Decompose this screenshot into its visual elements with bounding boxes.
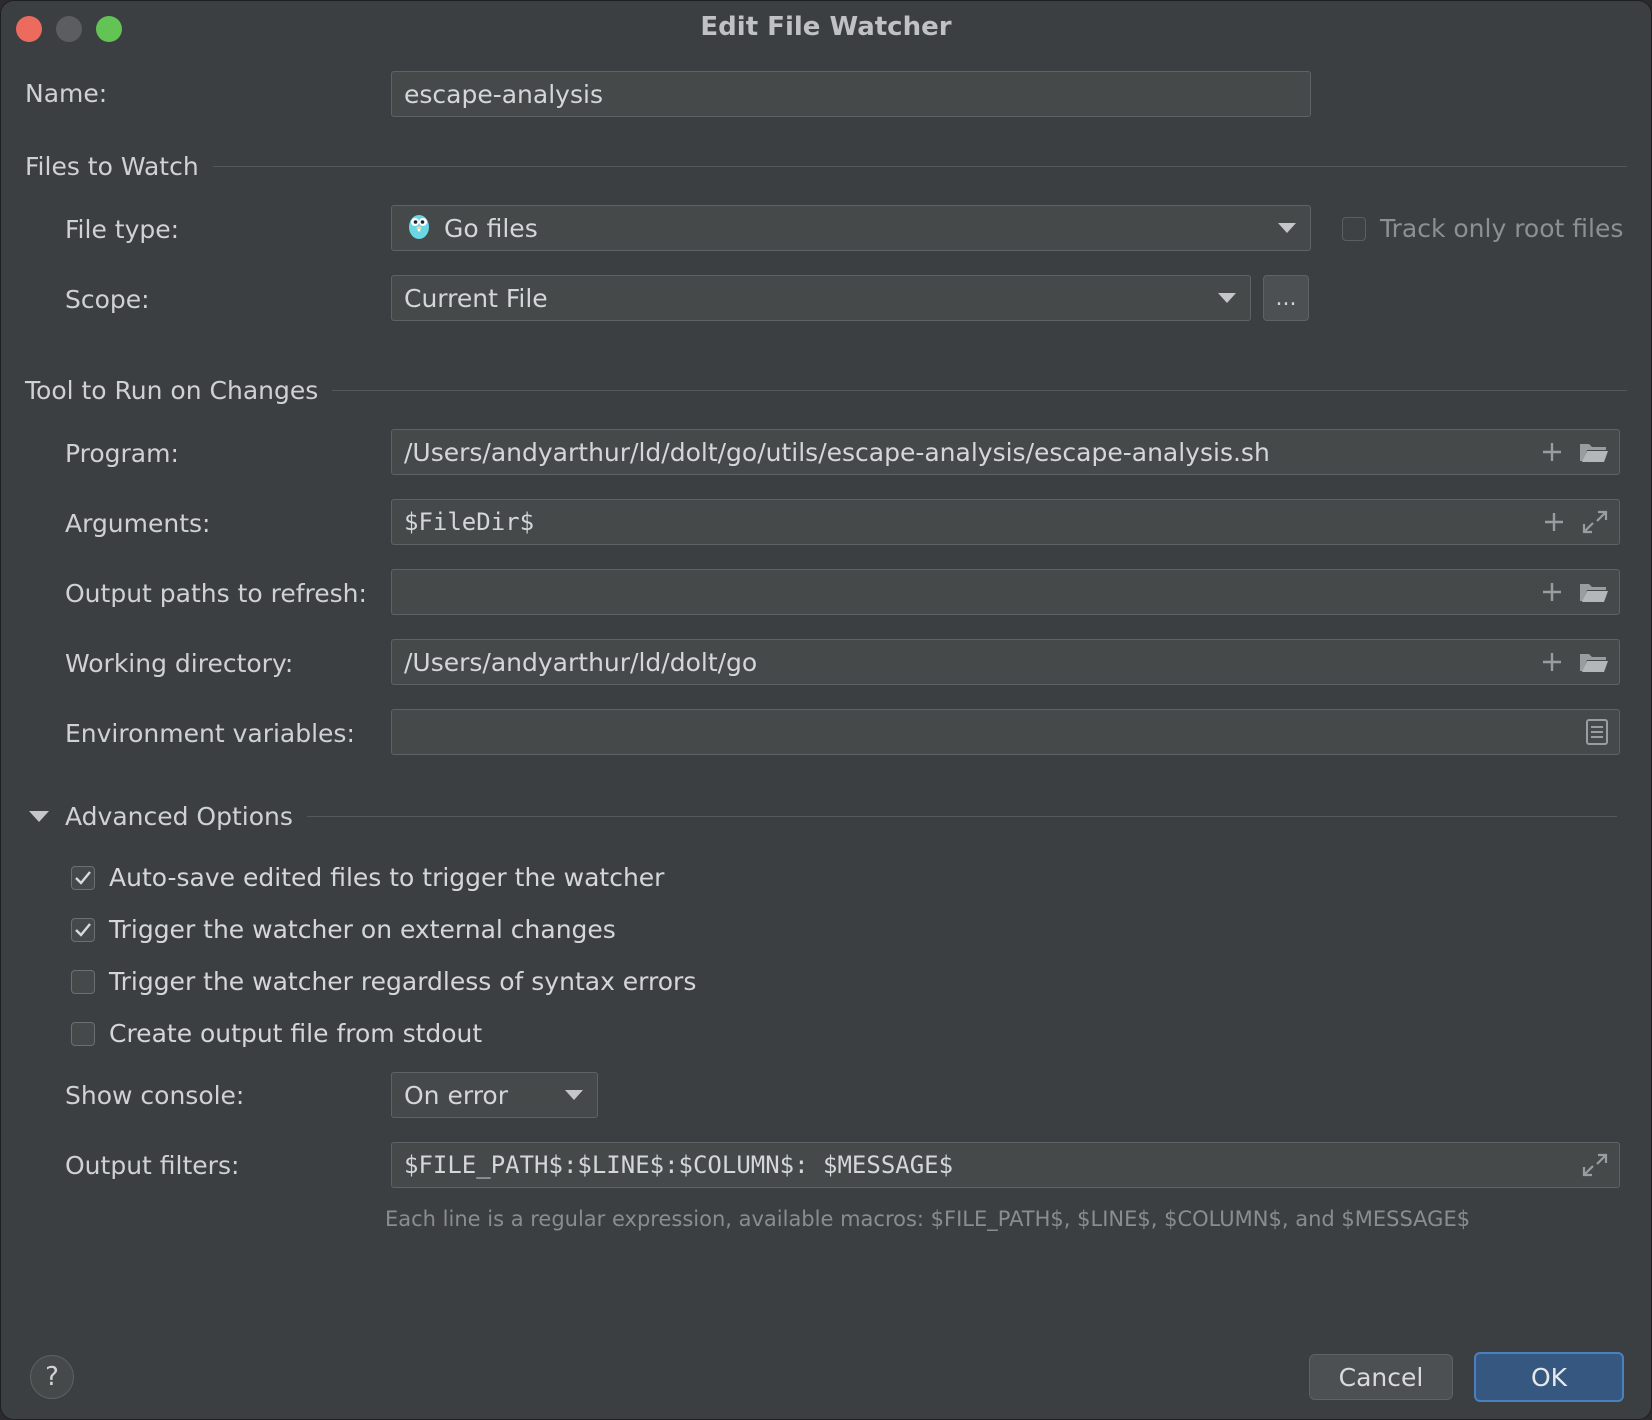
tool-section: Tool to Run on Changes [25, 375, 1627, 405]
scope-select[interactable]: Current File [391, 275, 1251, 321]
section-divider [212, 165, 1627, 167]
env-vars-input[interactable] [391, 709, 1620, 755]
checkmark-icon [75, 922, 91, 937]
scope-more-button[interactable]: ... [1263, 275, 1309, 321]
files-to-watch-section: Files to Watch [25, 151, 1627, 181]
advanced-options-section[interactable]: Advanced Options [29, 801, 1617, 831]
track-root-files-checkbox[interactable] [1342, 216, 1366, 241]
file-type-select[interactable]: Go files [391, 205, 1311, 251]
program-input[interactable]: /Users/andyarthur/ld/dolt/go/utils/escap… [391, 429, 1620, 475]
expand-icon[interactable] [1581, 509, 1609, 535]
edit-file-watcher-dialog: Edit File Watcher Name: escape-analysis … [0, 0, 1652, 1420]
file-type-value: Go files [444, 213, 538, 243]
section-divider [332, 389, 1627, 391]
syntax-errors-option[interactable]: Trigger the watcher regardless of syntax… [71, 967, 696, 996]
arguments-label: Arguments: [65, 509, 211, 538]
track-root-files-label: Track only root files [1380, 214, 1624, 243]
section-divider [306, 815, 1617, 817]
output-filters-value: $FILE_PATH$:$LINE$:$COLUMN$: $MESSAGE$ [404, 1151, 954, 1179]
scope-value: Current File [404, 283, 548, 313]
external-changes-option[interactable]: Trigger the watcher on external changes [71, 915, 616, 944]
program-value: /Users/andyarthur/ld/dolt/go/utils/escap… [404, 437, 1270, 467]
working-dir-input[interactable]: /Users/andyarthur/ld/dolt/go [391, 639, 1620, 685]
env-vars-label: Environment variables: [65, 719, 355, 748]
cancel-button[interactable]: Cancel [1309, 1354, 1453, 1400]
output-filters-input[interactable]: $FILE_PATH$:$LINE$:$COLUMN$: $MESSAGE$ [391, 1142, 1620, 1188]
external-changes-checkbox[interactable] [71, 917, 95, 942]
program-label: Program: [65, 439, 179, 468]
name-input[interactable]: escape-analysis [391, 71, 1311, 117]
auto-save-checkbox[interactable] [71, 865, 95, 890]
show-console-value: On error [404, 1080, 508, 1110]
files-to-watch-heading: Files to Watch [25, 151, 199, 181]
folder-open-icon[interactable] [1579, 650, 1609, 674]
working-dir-value: /Users/andyarthur/ld/dolt/go [404, 647, 758, 677]
syntax-errors-label: Trigger the watcher regardless of syntax… [109, 967, 697, 996]
working-dir-label: Working directory: [65, 649, 294, 678]
ok-label: OK [1530, 1362, 1568, 1392]
dialog-title: Edit File Watcher [700, 12, 952, 42]
chevron-down-icon [1218, 293, 1236, 303]
more-label: ... [1275, 285, 1297, 311]
insert-macro-plus-icon[interactable] [1541, 441, 1563, 463]
syntax-errors-checkbox[interactable] [71, 969, 95, 994]
go-gopher-icon [408, 211, 430, 245]
insert-macro-plus-icon[interactable] [1541, 651, 1563, 673]
stdout-output-checkbox[interactable] [71, 1021, 95, 1046]
folder-open-icon[interactable] [1579, 580, 1609, 604]
name-label: Name: [25, 79, 108, 108]
external-changes-label: Trigger the watcher on external changes [109, 915, 616, 944]
ok-button[interactable]: OK [1474, 1352, 1624, 1402]
insert-macro-plus-icon[interactable] [1543, 511, 1565, 533]
help-icon: ? [45, 1362, 59, 1392]
arguments-value: $FileDir$ [404, 508, 535, 536]
auto-save-option[interactable]: Auto-save edited files to trigger the wa… [71, 863, 664, 892]
help-button[interactable]: ? [30, 1355, 74, 1399]
show-console-select[interactable]: On error [391, 1072, 598, 1118]
cancel-label: Cancel [1338, 1362, 1424, 1392]
auto-save-label: Auto-save edited files to trigger the wa… [109, 863, 665, 892]
track-root-files-checkbox-row[interactable]: Track only root files [1342, 214, 1623, 243]
output-paths-input[interactable] [391, 569, 1620, 615]
name-value: escape-analysis [404, 79, 603, 109]
folder-open-icon[interactable] [1579, 440, 1609, 464]
expand-icon[interactable] [1581, 1152, 1609, 1178]
show-console-label: Show console: [65, 1081, 245, 1110]
chevron-down-icon [565, 1090, 583, 1100]
edit-env-list-icon[interactable] [1585, 718, 1609, 746]
checkmark-icon [75, 870, 91, 885]
output-paths-label: Output paths to refresh: [65, 579, 367, 608]
advanced-options-heading: Advanced Options [65, 801, 293, 831]
output-filters-label: Output filters: [65, 1151, 240, 1180]
collapse-triangle-icon[interactable] [29, 810, 49, 822]
output-filters-hint: Each line is a regular expression, avail… [385, 1207, 1471, 1231]
chevron-down-icon [1278, 223, 1296, 233]
title-bar: Edit File Watcher [1, 1, 1651, 55]
file-type-label: File type: [65, 215, 180, 244]
stdout-output-option[interactable]: Create output file from stdout [71, 1019, 482, 1048]
tool-heading: Tool to Run on Changes [25, 375, 319, 405]
scope-label: Scope: [65, 285, 150, 314]
stdout-output-label: Create output file from stdout [109, 1019, 483, 1048]
insert-macro-plus-icon[interactable] [1541, 581, 1563, 603]
arguments-input[interactable]: $FileDir$ [391, 499, 1620, 545]
